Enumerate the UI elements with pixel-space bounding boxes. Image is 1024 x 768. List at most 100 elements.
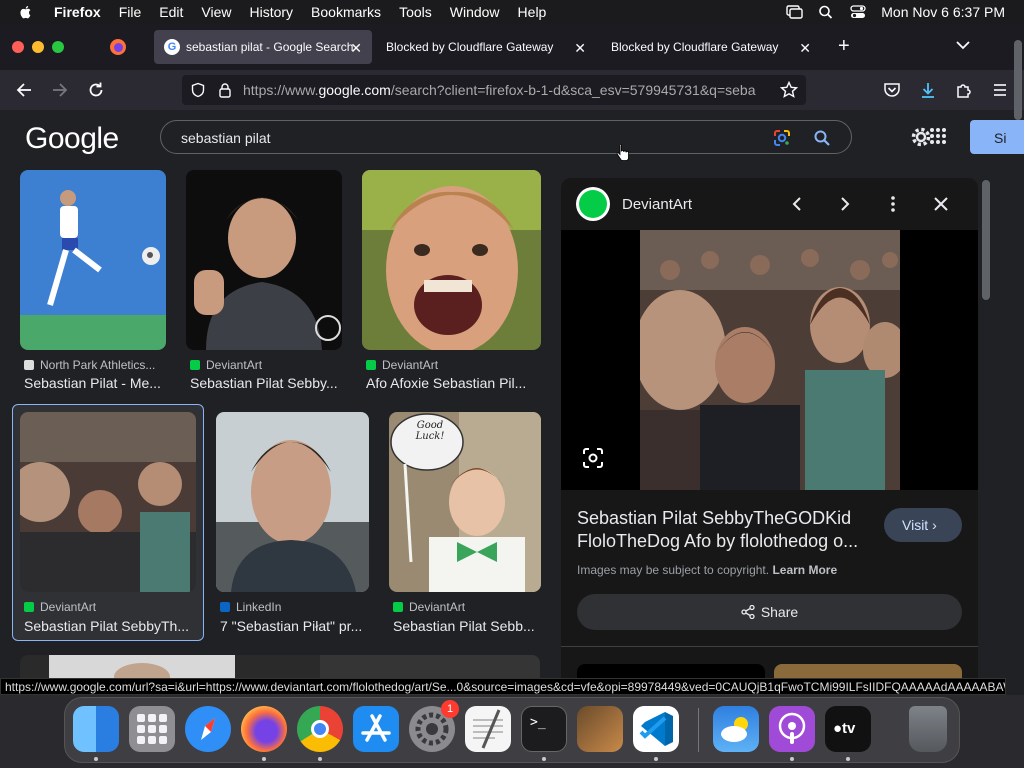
dock: 1 >_ ●tv xyxy=(64,697,960,763)
deviantart-logo-icon[interactable] xyxy=(576,187,610,221)
list-all-tabs-chevron-icon[interactable] xyxy=(956,40,970,50)
panel-title[interactable]: Sebastian Pilat SebbyTheGODKid FloloTheD… xyxy=(577,507,867,553)
guitar-app-icon[interactable] xyxy=(577,706,623,752)
menu-help[interactable]: Help xyxy=(518,4,547,20)
more-options-icon[interactable] xyxy=(883,194,903,214)
firefox-view-icon[interactable] xyxy=(109,38,127,56)
result-title[interactable]: Sebastian Pilat - Me... xyxy=(24,375,166,391)
sign-in-button[interactable]: Si xyxy=(970,120,1024,154)
panel-preview-image[interactable] xyxy=(640,230,900,490)
google-apps-grid-icon[interactable] xyxy=(929,127,947,145)
result-image-row-partial[interactable] xyxy=(20,655,540,678)
finder-icon[interactable] xyxy=(73,706,119,752)
share-button[interactable]: Share xyxy=(577,594,962,630)
menu-view[interactable]: View xyxy=(201,4,231,20)
tracking-protection-shield-icon[interactable] xyxy=(190,82,206,98)
close-panel-icon[interactable] xyxy=(931,194,951,214)
safari-icon[interactable] xyxy=(185,706,231,752)
menu-app-name[interactable]: Firefox xyxy=(54,4,101,20)
forward-icon[interactable] xyxy=(51,81,69,99)
result-source[interactable]: DeviantArt xyxy=(366,358,438,372)
back-icon[interactable] xyxy=(15,81,33,99)
visit-button[interactable]: Visit › xyxy=(884,508,962,542)
hamburger-menu-icon[interactable] xyxy=(991,81,1009,99)
visual-search-lens-icon[interactable] xyxy=(581,446,605,470)
tab-blocked-1[interactable]: Blocked by Cloudflare Gateway ✕ xyxy=(376,30,596,64)
bookmark-star-icon[interactable] xyxy=(780,81,798,99)
close-tab-icon[interactable]: ✕ xyxy=(350,40,362,57)
search-input[interactable]: sebastian pilat xyxy=(181,130,271,146)
previous-image-chevron-icon[interactable] xyxy=(787,194,807,214)
menu-history[interactable]: History xyxy=(249,4,293,20)
site-favicon-icon xyxy=(24,360,34,370)
google-lens-icon[interactable] xyxy=(772,128,792,148)
result-source[interactable]: DeviantArt xyxy=(190,358,262,372)
result-title[interactable]: Afo Afoxie Sebastian Pil... xyxy=(366,375,538,391)
close-tab-icon[interactable]: ✕ xyxy=(574,40,586,57)
menu-edit[interactable]: Edit xyxy=(159,4,183,20)
menu-window[interactable]: Window xyxy=(450,4,500,20)
search-box[interactable]: sebastian pilat xyxy=(160,120,852,154)
screen-mirroring-icon[interactable] xyxy=(785,4,803,20)
textedit-icon[interactable] xyxy=(465,706,511,752)
result-image-family-theater[interactable] xyxy=(20,412,196,592)
related-image-1[interactable] xyxy=(577,664,765,678)
menu-tools[interactable]: Tools xyxy=(399,4,432,20)
extensions-puzzle-icon[interactable] xyxy=(955,81,973,99)
page-scrollbar[interactable] xyxy=(982,180,990,300)
app-store-icon[interactable] xyxy=(353,706,399,752)
vscode-icon[interactable] xyxy=(633,706,679,752)
minimize-window-button[interactable] xyxy=(32,41,44,53)
menubar-clock[interactable]: Mon Nov 6 6:37 PM xyxy=(881,4,1005,20)
result-image-soccer[interactable] xyxy=(20,170,166,350)
google-logo[interactable]: Google xyxy=(25,122,119,156)
launchpad-icon[interactable] xyxy=(129,706,175,752)
panel-site-name[interactable]: DeviantArt xyxy=(622,196,692,213)
lock-icon[interactable] xyxy=(218,82,232,98)
close-tab-icon[interactable]: ✕ xyxy=(799,40,811,57)
result-title[interactable]: Sebastian Pilat Sebb... xyxy=(393,618,541,634)
result-source[interactable]: North Park Athletics... xyxy=(24,358,155,372)
menu-bookmarks[interactable]: Bookmarks xyxy=(311,4,381,20)
control-center-icon[interactable] xyxy=(849,4,867,20)
downloads-icon[interactable] xyxy=(919,81,937,99)
result-source-name: North Park Athletics... xyxy=(40,358,156,372)
menu-file[interactable]: File xyxy=(119,4,142,20)
url-text[interactable]: https://www.google.com/search?client=fir… xyxy=(243,82,773,98)
window-scrollbar[interactable] xyxy=(1014,40,1022,120)
result-source[interactable]: DeviantArt xyxy=(24,600,96,614)
chrome-icon[interactable] xyxy=(297,706,343,752)
reload-icon[interactable] xyxy=(87,81,105,99)
tab-blocked-2[interactable]: Blocked by Cloudflare Gateway ✕ xyxy=(601,30,821,64)
result-source[interactable]: DeviantArt xyxy=(393,600,465,614)
address-bar[interactable]: https://www.google.com/search?client=fir… xyxy=(182,75,806,105)
result-image-boy-hoodie[interactable] xyxy=(186,170,342,350)
apple-tv-icon[interactable]: ●tv xyxy=(825,706,871,752)
google-favicon-icon: G xyxy=(164,39,180,55)
spotlight-search-icon[interactable] xyxy=(817,4,835,20)
learn-more-link[interactable]: Learn More xyxy=(772,563,837,577)
result-source[interactable]: LinkedIn xyxy=(220,600,281,614)
search-icon[interactable] xyxy=(813,129,831,147)
terminal-icon[interactable]: >_ xyxy=(521,706,567,752)
tab-google-search[interactable]: G sebastian pilat - Google Search ✕ xyxy=(154,30,372,64)
apple-icon[interactable] xyxy=(18,4,34,20)
next-image-chevron-icon[interactable] xyxy=(835,194,855,214)
new-tab-icon[interactable]: + xyxy=(838,35,850,58)
deviantart-favicon-icon xyxy=(393,602,403,612)
trash-icon[interactable] xyxy=(909,706,947,752)
zoom-window-button[interactable] xyxy=(52,41,64,53)
pocket-icon[interactable] xyxy=(883,81,901,99)
podcasts-icon[interactable] xyxy=(769,706,815,752)
related-image-2[interactable] xyxy=(774,664,962,678)
firefox-dock-icon[interactable] xyxy=(241,706,287,752)
system-settings-icon[interactable]: 1 xyxy=(409,700,459,752)
close-window-button[interactable] xyxy=(12,41,24,53)
result-image-man-portrait[interactable] xyxy=(216,412,369,592)
result-image-boy-smile[interactable] xyxy=(362,170,541,350)
result-title[interactable]: Sebastian Pilat Sebby... xyxy=(190,375,342,391)
result-image-good-luck[interactable]: Good Luck! xyxy=(389,412,541,592)
weather-icon[interactable] xyxy=(713,706,759,752)
result-title[interactable]: Sebastian Pilat SebbyTh... xyxy=(24,618,196,634)
result-title[interactable]: 7 "Sebastian Piłat" pr... xyxy=(220,618,369,634)
